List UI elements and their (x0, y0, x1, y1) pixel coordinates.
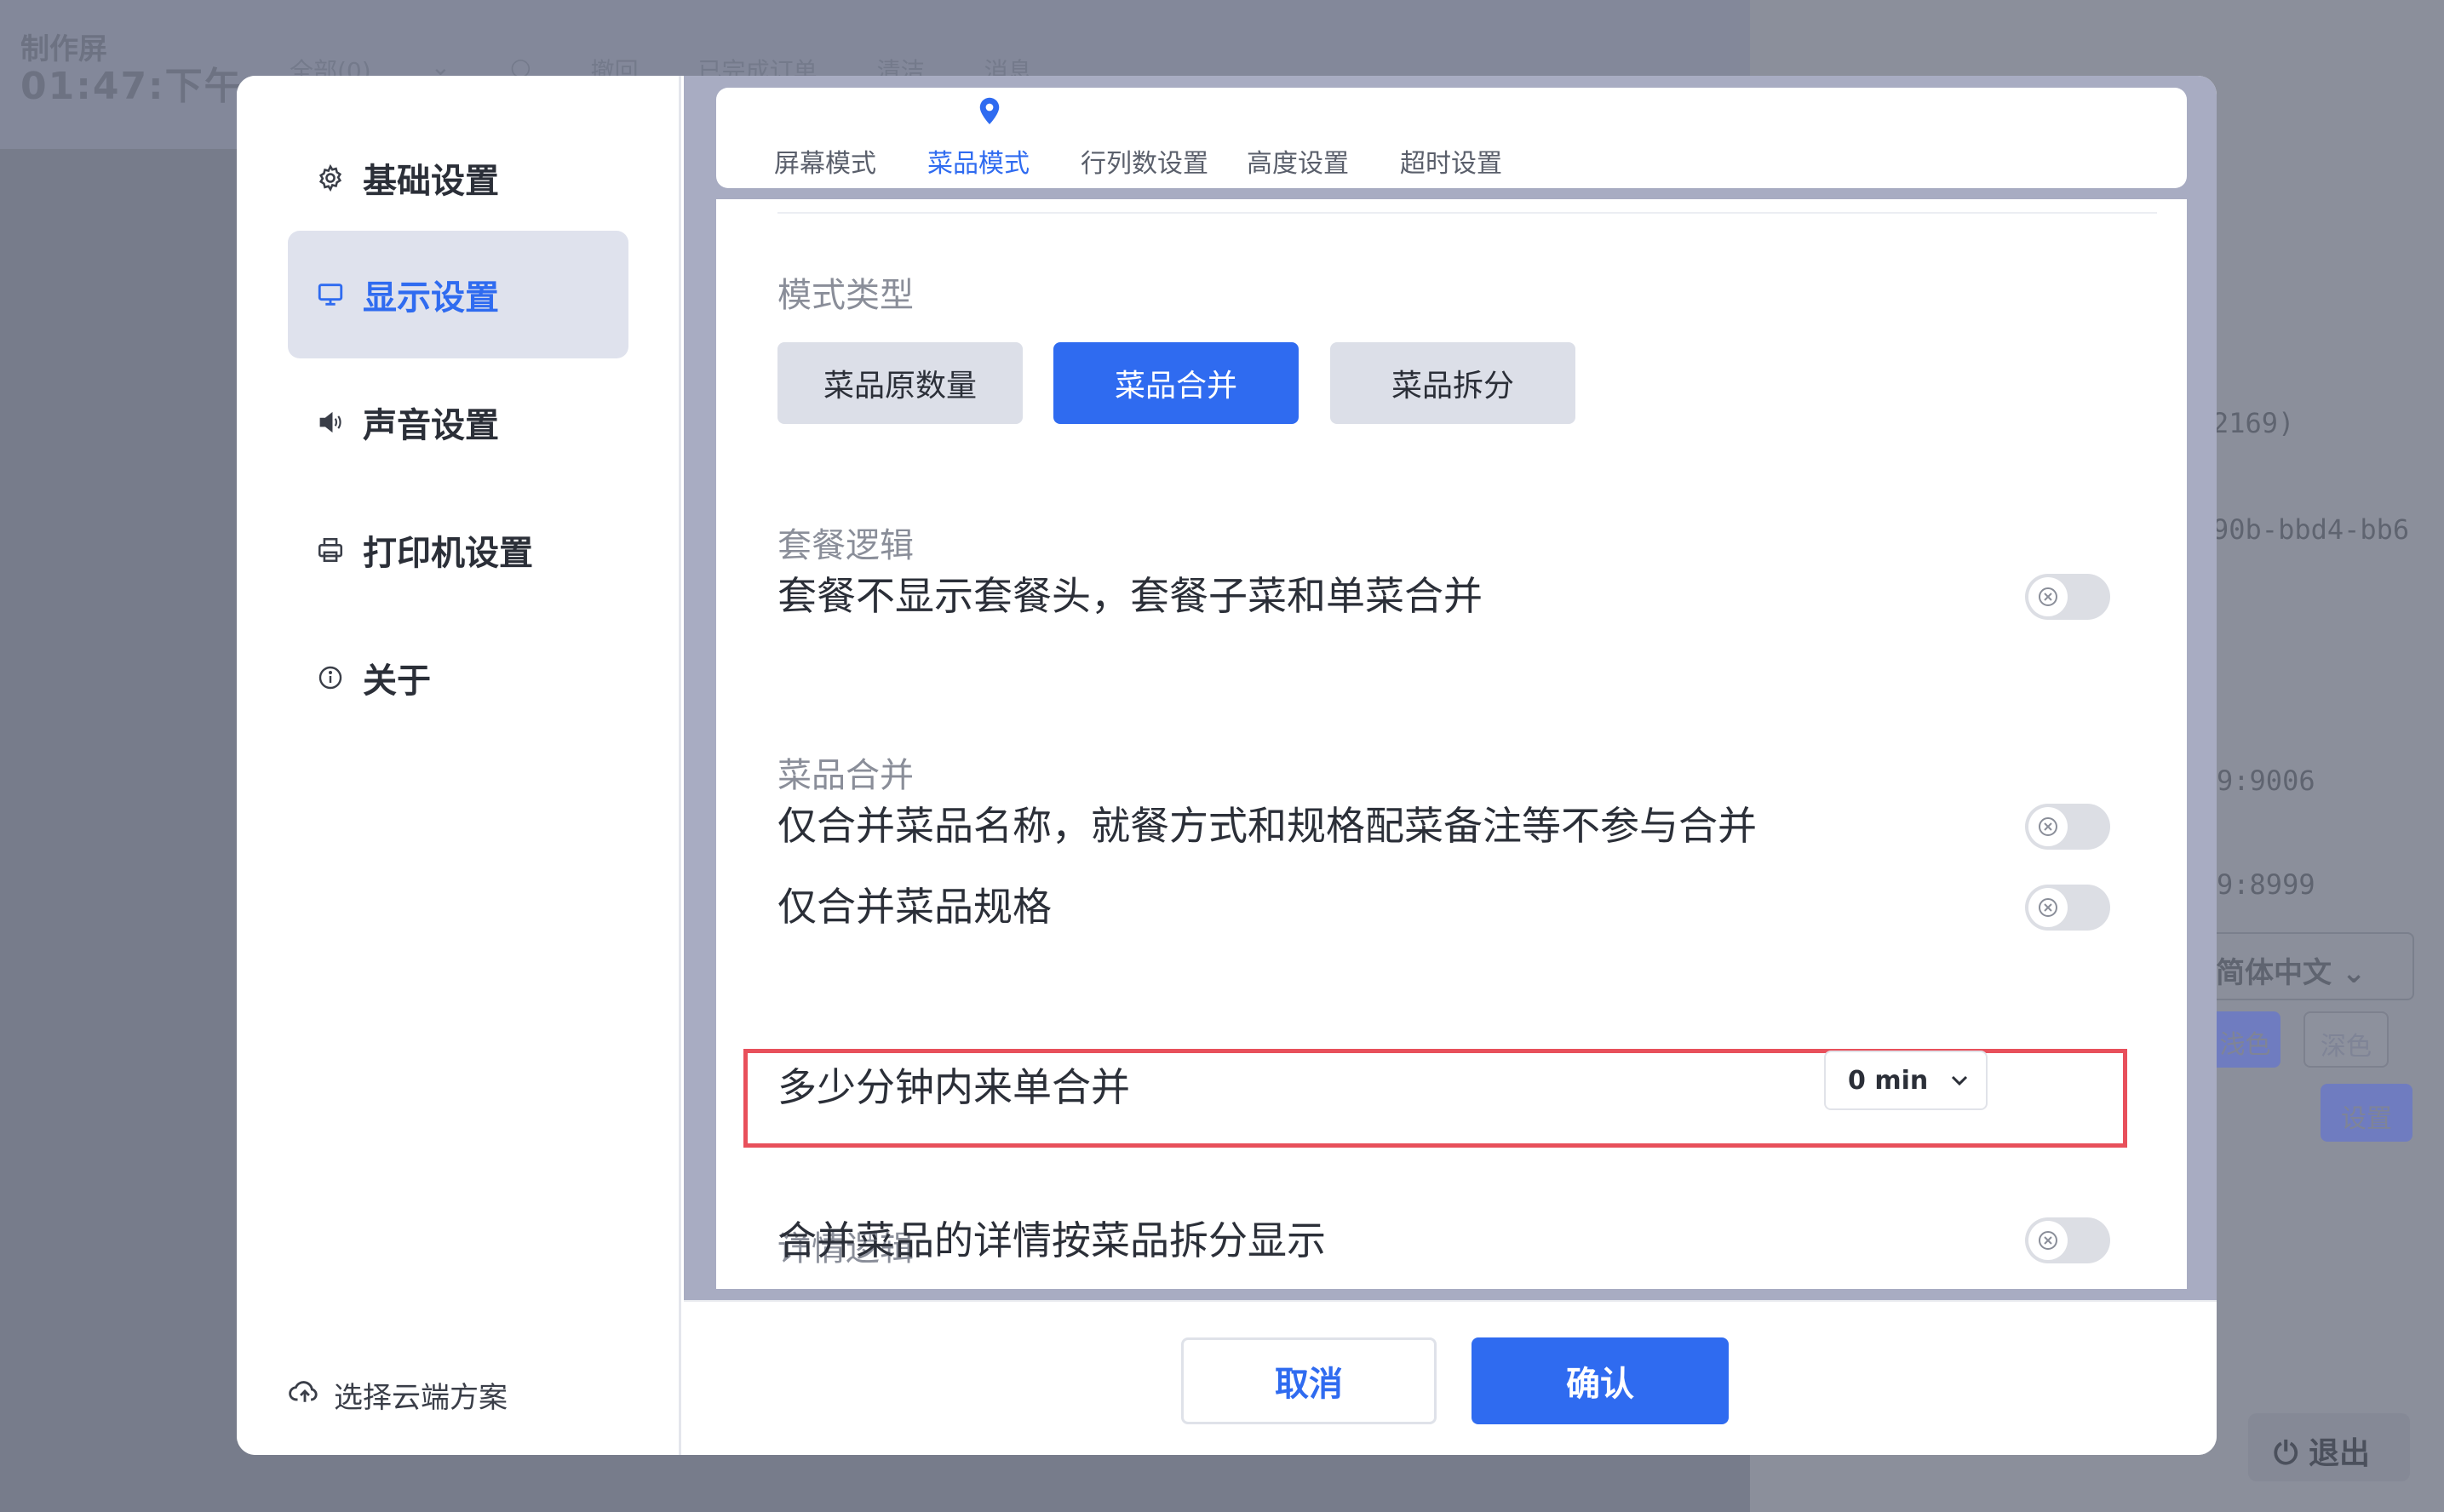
merge-minutes-value: 0 min (1848, 1065, 1929, 1096)
logout-label: 退出 (2309, 1436, 2371, 1471)
merge-minutes-label: 多少分钟内来单合并 (777, 1064, 1130, 1110)
set-meal-merge-toggle[interactable] (2025, 574, 2110, 620)
settings-content: 屏幕模式 菜品模式 行列数设置 高度设置 超时设置 模式类型 菜品原数量 菜品合… (684, 76, 2217, 1300)
sidebar-item-display[interactable]: 显示设置 (288, 231, 628, 358)
background-text: 9:9006 (2217, 765, 2315, 797)
speaker-icon (313, 405, 347, 439)
tab-dish-mode[interactable]: 菜品模式 (927, 142, 1030, 180)
sidebar-item-label: 显示设置 (363, 278, 499, 318)
merge-minutes-select[interactable]: 0 min (1824, 1051, 1988, 1110)
cloud-scheme-label: 选择云端方案 (334, 1381, 508, 1415)
sidebar-item-label: 打印机设置 (363, 534, 533, 573)
language-label: 简体中文 (2216, 956, 2332, 990)
chevron-down-icon (1952, 1075, 1968, 1086)
tab-height[interactable]: 高度设置 (1247, 142, 1349, 180)
settings-sidebar: 基础设置 显示设置 声音设置 打印机设置 关于 选择云端方案 (237, 76, 681, 1455)
toggle-off-icon (2028, 807, 2068, 846)
set-meal-merge-label: 套餐不显示套餐头，套餐子菜和单菜合并 (777, 573, 1483, 619)
divider (777, 212, 2157, 214)
merge-name-only-toggle[interactable] (2025, 804, 2110, 850)
sidebar-item-basic[interactable]: 基础设置 (288, 114, 628, 242)
gear-icon (313, 161, 347, 195)
theme-light-button: 浅色 (2210, 1011, 2280, 1068)
toggle-off-icon (2028, 577, 2068, 616)
mode-type-title: 模式类型 (777, 276, 914, 315)
modal-footer (684, 1300, 2217, 1455)
dish-merge-title: 菜品合并 (777, 756, 914, 795)
cloud-scheme-link[interactable]: 选择云端方案 (288, 1374, 508, 1416)
settings-modal: 基础设置 显示设置 声音设置 打印机设置 关于 选择云端方案 屏幕模式 菜品模式… (237, 76, 2217, 1455)
mode-merge-button[interactable]: 菜品合并 (1053, 342, 1299, 424)
sidebar-item-about[interactable]: 关于 (288, 614, 628, 742)
detail-split-toggle[interactable] (2025, 1217, 2110, 1263)
background-text: 9:8999 (2217, 868, 2315, 901)
info-icon (313, 661, 347, 695)
sidebar-item-printer[interactable]: 打印机设置 (288, 486, 628, 614)
background-text: 2169) (2212, 407, 2295, 439)
tab-timeout[interactable]: 超时设置 (1400, 142, 1502, 180)
mode-original-quantity-button[interactable]: 菜品原数量 (777, 342, 1023, 424)
toggle-off-icon (2028, 888, 2068, 927)
detail-split-label: 合并菜品的详情按菜品拆分显示 (777, 1217, 1326, 1263)
background-settings-button: 设置 (2321, 1084, 2412, 1142)
confirm-button[interactable]: 确认 (1472, 1337, 1729, 1424)
monitor-icon (313, 278, 347, 312)
brand-time: 01:47:下午 (20, 65, 244, 108)
background-text: 90b-bbd4-bb6 (2212, 513, 2410, 546)
background-logout: ⏻ 退出 (2248, 1413, 2410, 1481)
sidebar-item-label: 基础设置 (363, 162, 499, 201)
cancel-button[interactable]: 取消 (1181, 1337, 1437, 1424)
background-brand: 制作屏 01:47:下午 (20, 31, 244, 106)
location-pin-icon (979, 97, 1000, 124)
set-meal-title: 套餐逻辑 (777, 526, 914, 565)
theme-dark-button: 深色 (2303, 1011, 2389, 1068)
mode-split-button[interactable]: 菜品拆分 (1330, 342, 1575, 424)
dish-mode-panel: 模式类型 菜品原数量 菜品合并 菜品拆分 套餐逻辑 套餐不显示套餐头，套餐子菜和… (716, 199, 2187, 1289)
tab-screen-mode[interactable]: 屏幕模式 (774, 142, 876, 180)
background-language-select: 简体中文 ⌄ (2206, 932, 2414, 1000)
sidebar-item-label: 关于 (363, 662, 431, 701)
printer-icon (313, 533, 347, 567)
sidebar-item-sound[interactable]: 声音设置 (288, 358, 628, 486)
toggle-off-icon (2028, 1221, 2068, 1260)
sidebar-item-label: 声音设置 (363, 406, 499, 445)
cloud-upload-icon (288, 1377, 322, 1413)
tab-rows-columns[interactable]: 行列数设置 (1081, 142, 1208, 180)
merge-spec-only-label: 仅合并菜品规格 (777, 884, 1052, 930)
display-tabs: 屏幕模式 菜品模式 行列数设置 高度设置 超时设置 (716, 88, 2187, 188)
merge-spec-only-toggle[interactable] (2025, 885, 2110, 931)
merge-name-only-label: 仅合并菜品名称，就餐方式和规格配菜备注等不参与合并 (777, 803, 1757, 849)
brand-title: 制作屏 (20, 32, 107, 66)
